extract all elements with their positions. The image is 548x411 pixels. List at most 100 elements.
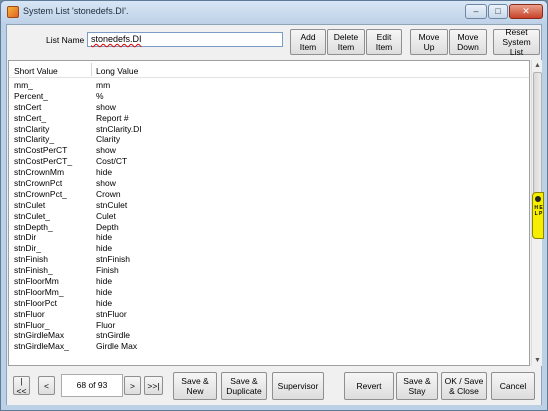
cancel-button[interactable]: Cancel (491, 372, 535, 400)
long-value-cell: Girdle Max (96, 341, 138, 352)
table-row[interactable]: Percent_% (9, 91, 529, 102)
short-value-cell: stnCostPerCT_ (14, 156, 73, 167)
table-row[interactable]: stnDir hide (9, 232, 529, 243)
short-value-cell: stnFloorMm_ (14, 286, 64, 297)
system-list-window: System List 'stonedefs.DI'. – □ ✕ List N… (0, 0, 548, 411)
long-value-cell: Cost/CT (96, 156, 128, 167)
scroll-down-icon[interactable]: ▼ (532, 355, 543, 366)
add-item-button[interactable]: Add Item (290, 29, 326, 55)
list-name-value: stonedefs.DI (91, 34, 142, 44)
table-row[interactable]: stnFluor stnFluor (9, 309, 529, 320)
client-area: List Name stonedefs.DI Add Item Delete I… (6, 24, 542, 405)
table-row[interactable]: stnCrownMm hide (9, 167, 529, 178)
window-title: System List 'stonedefs.DI'. (23, 6, 129, 16)
column-header-short-value[interactable]: Short Value (14, 66, 58, 76)
short-value-cell: stnCulet_ (14, 210, 50, 221)
table-row[interactable]: stnFloorPct hide (9, 298, 529, 309)
column-header-long-value[interactable]: Long Value (96, 66, 138, 76)
short-value-cell: stnGirdleMax_ (14, 341, 69, 352)
long-value-cell: show (96, 101, 116, 112)
short-value-cell: mm_ (14, 80, 33, 90)
table-row[interactable]: stnFinish_ Finish (9, 265, 529, 276)
system-list-table[interactable]: Short Value Long Value mm_ mm Percent_% stn… (8, 60, 530, 366)
table-row[interactable]: stnCostPerCT show (9, 145, 529, 156)
title-bar[interactable]: System List 'stonedefs.DI'. – □ ✕ (1, 1, 547, 23)
table-row[interactable]: stnCrownPct show (9, 178, 529, 189)
move-down-button[interactable]: Move Down (449, 29, 487, 55)
table-row[interactable]: stnFloorMm hide (9, 276, 529, 287)
table-row[interactable]: stnFinish stnFinish (9, 254, 529, 265)
first-record-button[interactable]: |<< (13, 376, 30, 396)
list-name-label: List Name (46, 35, 85, 45)
long-value-cell: Depth (96, 221, 119, 232)
short-value-cell: stnDir_ (14, 243, 41, 254)
supervisor-button[interactable]: Supervisor (272, 372, 324, 400)
move-up-button[interactable]: Move Up (410, 29, 448, 55)
table-row[interactable]: stnDepth_ Depth (9, 222, 529, 233)
save-new-button[interactable]: Save & New (173, 372, 217, 400)
previous-record-button[interactable]: < (38, 376, 55, 395)
short-value-cell: stnDir (14, 232, 37, 243)
long-value-cell: hide (96, 297, 113, 308)
table-rows: mm_ mm Percent_% stnCert show stnCert_ Report … (9, 80, 529, 352)
short-value-cell: stnFluor_ (14, 319, 50, 330)
table-row[interactable]: stnCostPerCT_ Cost/CT (9, 156, 529, 167)
short-value-cell: stnFinish (14, 254, 49, 265)
table-row[interactable]: stnCert_ Report # (9, 113, 529, 124)
short-value-cell: stnCrownPct (14, 178, 63, 189)
ok-save-close-button[interactable]: OK / Save & Close (441, 372, 487, 400)
short-value-cell: stnFloorMm (14, 276, 59, 287)
last-record-button[interactable]: >>| (144, 376, 163, 395)
short-value-cell: stnFinish_ (14, 265, 53, 276)
next-record-button[interactable]: > (124, 376, 141, 395)
scroll-up-icon[interactable]: ▲ (532, 60, 543, 71)
table-header: Short Value Long Value (9, 61, 529, 78)
reset-system-list-button[interactable]: Reset System List (493, 27, 540, 57)
save-duplicate-button[interactable]: Save & Duplicate (221, 372, 267, 400)
revert-button[interactable]: Revert (344, 372, 394, 400)
short-value-cell: stnDepth_ (14, 221, 53, 232)
long-value-cell: hide (96, 286, 113, 297)
table-row[interactable]: stnCert show (9, 102, 529, 113)
table-row[interactable]: stnClarity stnClarity.DI (9, 124, 529, 135)
table-row[interactable]: stnGirdleMax stnGirdle (9, 330, 529, 341)
short-value-cell: stnCrownPct_ (14, 188, 67, 199)
table-row[interactable]: stnDir_ hide (9, 243, 529, 254)
short-value-cell: stnCostPerCT (14, 145, 68, 156)
long-value-cell: stnCulet (96, 199, 128, 210)
table-row[interactable]: mm_ mm (9, 80, 529, 91)
table-row[interactable]: stnCulet_ Culet (9, 211, 529, 222)
minimize-button[interactable]: – (465, 4, 487, 19)
help-label: H E L P (534, 205, 543, 217)
table-row[interactable]: stnClarity_ Clarity (9, 134, 529, 145)
long-value-cell: mm (96, 80, 111, 90)
record-position: 68 of 93 (61, 374, 123, 397)
long-value-cell: stnGirdle (96, 330, 131, 341)
list-name-input[interactable]: stonedefs.DI (87, 32, 283, 47)
edit-item-button[interactable]: Edit Item (366, 29, 402, 55)
table-row[interactable]: stnFloorMm_ hide (9, 287, 529, 298)
short-value-cell: stnGirdleMax (14, 330, 65, 341)
short-value-cell: stnCulet (14, 199, 46, 210)
column-divider[interactable] (91, 63, 92, 76)
long-value-cell: stnClarity.DI (96, 123, 142, 134)
help-icon (535, 196, 541, 202)
maximize-button[interactable]: □ (488, 4, 508, 19)
long-value-cell: show (96, 145, 116, 156)
save-stay-button[interactable]: Save & Stay (396, 372, 438, 400)
long-value-cell: hide (96, 243, 113, 254)
long-value-cell: Finish (96, 265, 119, 276)
table-row[interactable]: stnCulet stnCulet (9, 200, 529, 211)
help-tab[interactable]: H E L P (532, 192, 544, 239)
close-button[interactable]: ✕ (509, 4, 543, 19)
long-value-cell: show (96, 178, 116, 189)
app-icon (7, 6, 19, 18)
short-value-cell: stnClarity (14, 123, 50, 134)
short-value-cell: stnCrownMm (14, 167, 65, 178)
long-value-cell: hide (96, 276, 113, 287)
table-row[interactable]: stnCrownPct_ Crown (9, 189, 529, 200)
short-value-cell: stnFloorPct (14, 297, 57, 308)
table-row[interactable]: stnGirdleMax_ Girdle Max (9, 341, 529, 352)
delete-item-button[interactable]: Delete Item (327, 29, 365, 55)
table-row[interactable]: stnFluor_ Fluor (9, 320, 529, 331)
